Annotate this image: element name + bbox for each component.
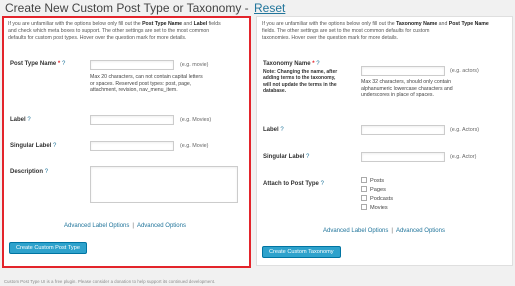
description-label: Description ? bbox=[10, 169, 49, 175]
post-type-panel: If you are unfamiliar with the options b… bbox=[2, 16, 251, 268]
singular-label-hint: (e.g. Movie) bbox=[180, 143, 209, 149]
singular-label-input[interactable] bbox=[90, 141, 174, 151]
post-type-intro: If you are unfamiliar with the options b… bbox=[8, 21, 221, 41]
post-type-checkbox-podcasts[interactable]: Podcasts bbox=[361, 195, 393, 202]
singular-label-label: Singular Label ? bbox=[10, 143, 57, 149]
taxonomy-intro: If you are unfamiliar with the options b… bbox=[262, 21, 489, 41]
post-type-checkbox-movies[interactable]: Movies bbox=[361, 204, 388, 211]
taxonomy-label-label: Label ? bbox=[263, 127, 284, 133]
link-separator: | bbox=[391, 228, 393, 234]
help-icon[interactable]: ? bbox=[316, 61, 319, 67]
required-mark: * bbox=[57, 61, 61, 67]
help-icon[interactable]: ? bbox=[321, 181, 324, 187]
create-custom-taxonomy-button[interactable]: Create Custom Taxonomy bbox=[262, 246, 341, 258]
advanced-label-options-link[interactable]: Advanced Label Options bbox=[323, 228, 388, 234]
checkbox[interactable] bbox=[361, 195, 367, 201]
post-type-name-note: Max 20 characters, can not contain capit… bbox=[90, 74, 203, 94]
page-title-text: Create New Custom Post Type or Taxonomy bbox=[5, 1, 242, 15]
post-type-checkbox-posts[interactable]: Posts bbox=[361, 177, 384, 184]
taxonomy-singular-label-hint: (e.g. Actor) bbox=[450, 154, 477, 160]
link-separator: | bbox=[132, 223, 134, 229]
create-custom-post-type-button[interactable]: Create Custom Post Type bbox=[9, 242, 87, 254]
taxonomy-name-label: Taxonomy Name * ? bbox=[263, 61, 320, 67]
taxonomy-name-hint: (e.g. actors) bbox=[450, 68, 479, 74]
label-input[interactable] bbox=[90, 115, 174, 125]
label-label: Label ? bbox=[10, 117, 31, 123]
reset-link[interactable]: Reset bbox=[254, 1, 285, 15]
taxonomy-name-input[interactable] bbox=[361, 66, 445, 76]
taxonomy-label-input[interactable] bbox=[361, 125, 445, 135]
attach-to-post-type-label: Attach to Post Type ? bbox=[263, 181, 324, 187]
title-separator: - bbox=[241, 1, 252, 15]
advanced-options-link[interactable]: Advanced Options bbox=[396, 228, 445, 234]
taxonomy-panel: If you are unfamiliar with the options b… bbox=[256, 16, 513, 266]
footer-text: Custom Post Type UI is a free plugin. Pl… bbox=[4, 279, 216, 284]
taxonomy-label-hint: (e.g. Actors) bbox=[450, 127, 480, 133]
post-type-name-input[interactable] bbox=[90, 60, 174, 70]
required-mark: * bbox=[312, 61, 315, 67]
page-title: Create New Custom Post Type or Taxonomy … bbox=[5, 1, 285, 15]
help-icon[interactable]: ? bbox=[306, 154, 309, 160]
help-icon[interactable]: ? bbox=[45, 169, 48, 175]
taxonomy-advanced-links: Advanced Label Options | Advanced Options bbox=[323, 228, 445, 234]
checkbox[interactable] bbox=[361, 177, 367, 183]
post-type-advanced-links: Advanced Label Options | Advanced Options bbox=[64, 223, 186, 229]
advanced-label-options-link[interactable]: Advanced Label Options bbox=[64, 223, 129, 229]
help-icon[interactable]: ? bbox=[53, 143, 56, 149]
checkbox[interactable] bbox=[361, 186, 367, 192]
post-type-checkbox-pages[interactable]: Pages bbox=[361, 186, 386, 193]
help-icon[interactable]: ? bbox=[62, 61, 65, 67]
post-type-name-hint: (e.g. movie) bbox=[180, 62, 209, 68]
taxonomy-name-subnote: Note: Changing the name, after adding te… bbox=[263, 69, 338, 95]
taxonomy-singular-label-input[interactable] bbox=[361, 152, 445, 162]
post-type-name-label: Post Type Name * ? bbox=[10, 61, 66, 67]
help-icon[interactable]: ? bbox=[27, 117, 30, 123]
checkbox[interactable] bbox=[361, 204, 367, 210]
taxonomy-singular-label-label: Singular Label ? bbox=[263, 154, 310, 160]
label-hint: (e.g. Movies) bbox=[180, 117, 212, 123]
help-icon[interactable]: ? bbox=[280, 127, 283, 133]
description-textarea[interactable] bbox=[90, 166, 238, 203]
advanced-options-link[interactable]: Advanced Options bbox=[137, 223, 186, 229]
taxonomy-name-note: Max 32 characters, should only contain a… bbox=[361, 79, 453, 99]
